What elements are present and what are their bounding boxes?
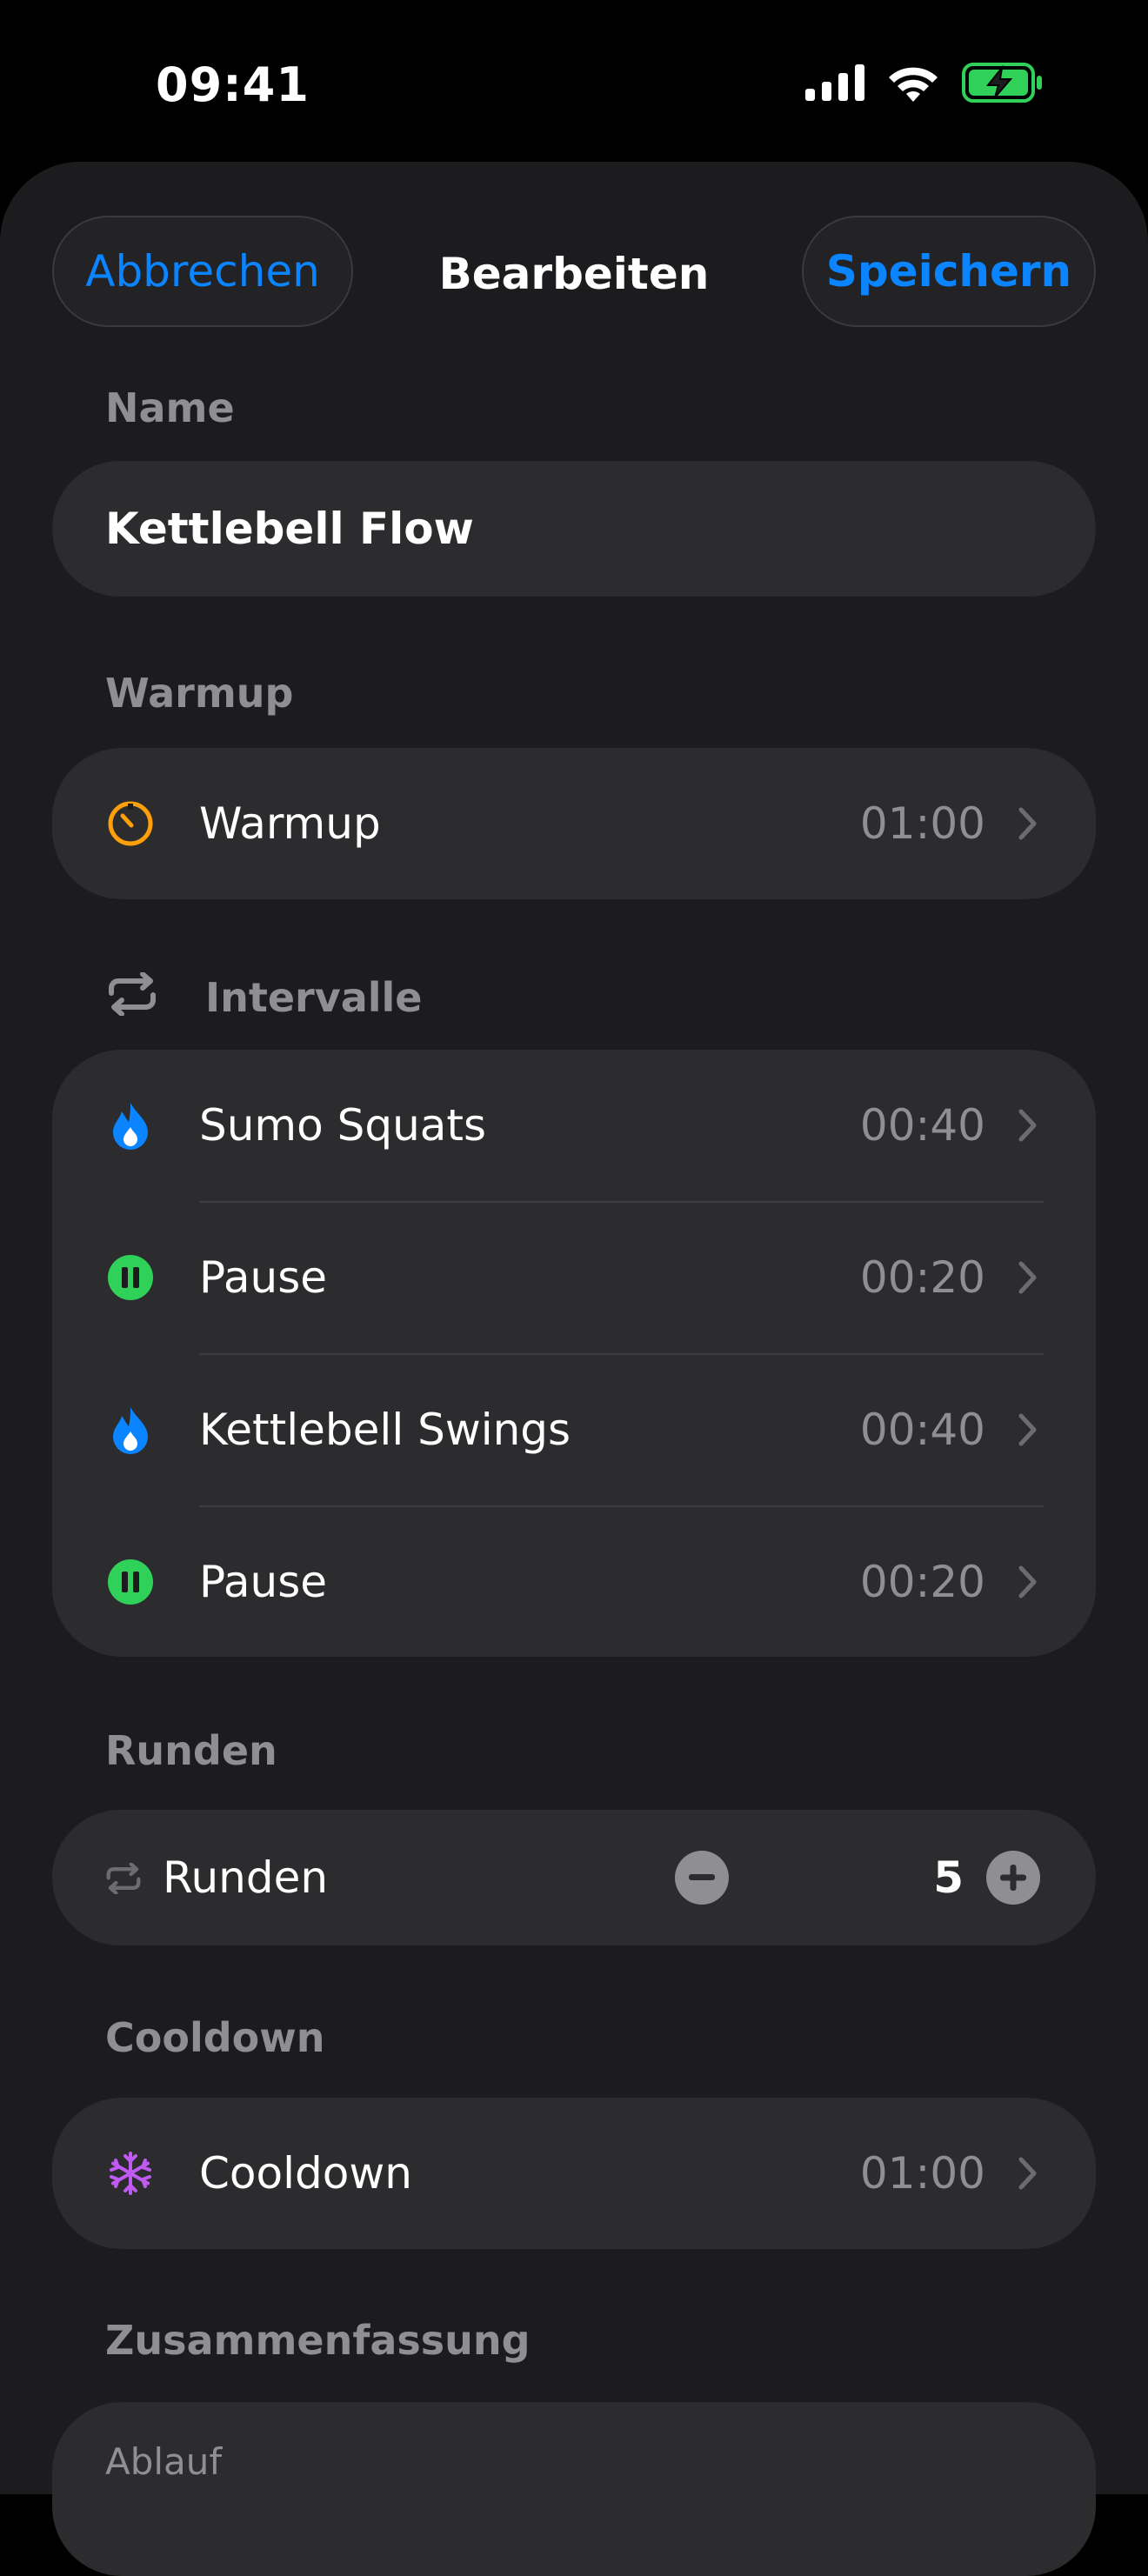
flame-icon	[106, 1101, 155, 1150]
warmup-duration: 01:00	[859, 798, 985, 849]
save-button[interactable]: Speichern	[802, 216, 1096, 327]
summary-card: Ablauf	[52, 2402, 1096, 2576]
interval-duration: 00:40	[859, 1405, 985, 1455]
intervals-section-label: Intervalle	[205, 974, 423, 1021]
repeat-icon	[109, 972, 156, 1016]
snowflake-icon	[106, 2149, 155, 2198]
cooldown-row-label: Cooldown	[199, 2148, 412, 2199]
warmup-section-label: Warmup	[105, 670, 294, 717]
repeat-icon	[106, 1863, 141, 1894]
cancel-button[interactable]: Abbrechen	[52, 216, 353, 327]
name-input[interactable]: Kettlebell Flow	[52, 461, 1096, 597]
pause-icon	[106, 1253, 155, 1302]
interval-duration: 00:20	[859, 1252, 985, 1303]
status-time: 09:41	[156, 57, 310, 112]
cooldown-card: Cooldown 01:00	[52, 2098, 1096, 2249]
summary-section-label: Zusammenfassung	[105, 2317, 531, 2364]
cooldown-section-label: Cooldown	[105, 2014, 325, 2061]
interval-label: Kettlebell Swings	[199, 1405, 571, 1455]
battery-charging-icon	[962, 63, 1042, 103]
interval-duration: 00:20	[859, 1557, 985, 1607]
interval-duration: 00:40	[859, 1100, 985, 1151]
wifi-icon	[889, 67, 938, 102]
interval-row[interactable]: Kettlebell Swings 00:40	[52, 1354, 1096, 1505]
rounds-section-label: Runden	[105, 1727, 277, 1774]
intervals-card: Sumo Squats 00:40 Pause 00:20 Kettlebell…	[52, 1050, 1096, 1657]
name-section-label: Name	[105, 384, 235, 431]
chevron-right-icon	[1018, 1413, 1037, 1446]
status-icons	[805, 63, 1044, 103]
rounds-card: Runden 5	[52, 1810, 1096, 1945]
edit-sheet: Abbrechen Bearbeiten Speichern Name Kett…	[0, 162, 1148, 2576]
minus-icon	[689, 1874, 715, 1880]
chevron-right-icon	[1018, 807, 1037, 840]
cooldown-duration: 01:00	[859, 2148, 985, 2199]
chevron-right-icon	[1018, 2157, 1037, 2190]
pause-icon	[106, 1558, 155, 1606]
rounds-row: Runden 5	[52, 1810, 1096, 1945]
interval-row[interactable]: Sumo Squats 00:40	[52, 1050, 1096, 1201]
timer-icon	[106, 799, 155, 848]
interval-row[interactable]: Pause 00:20	[52, 1202, 1096, 1353]
decrement-button[interactable]	[675, 1851, 729, 1905]
cooldown-row[interactable]: Cooldown 01:00	[52, 2098, 1096, 2249]
increment-button[interactable]	[986, 1851, 1040, 1905]
rounds-value: 5	[933, 1852, 964, 1903]
interval-row[interactable]: Pause 00:20	[52, 1506, 1096, 1658]
warmup-row-label: Warmup	[199, 798, 381, 849]
summary-sub-label: Ablauf	[105, 2440, 223, 2483]
status-bar: 09:41	[0, 0, 1148, 162]
warmup-card: Warmup 01:00	[52, 748, 1096, 899]
cellular-signal-icon	[805, 64, 864, 101]
chevron-right-icon	[1018, 1565, 1037, 1598]
rounds-row-label: Runden	[163, 1852, 329, 1903]
interval-label: Pause	[199, 1557, 328, 1607]
chevron-right-icon	[1018, 1261, 1037, 1294]
warmup-row[interactable]: Warmup 01:00	[52, 748, 1096, 899]
interval-label: Sumo Squats	[199, 1100, 487, 1151]
interval-label: Pause	[199, 1252, 328, 1303]
flame-icon	[106, 1405, 155, 1454]
plus-icon	[1000, 1865, 1026, 1891]
chevron-right-icon	[1018, 1109, 1037, 1142]
